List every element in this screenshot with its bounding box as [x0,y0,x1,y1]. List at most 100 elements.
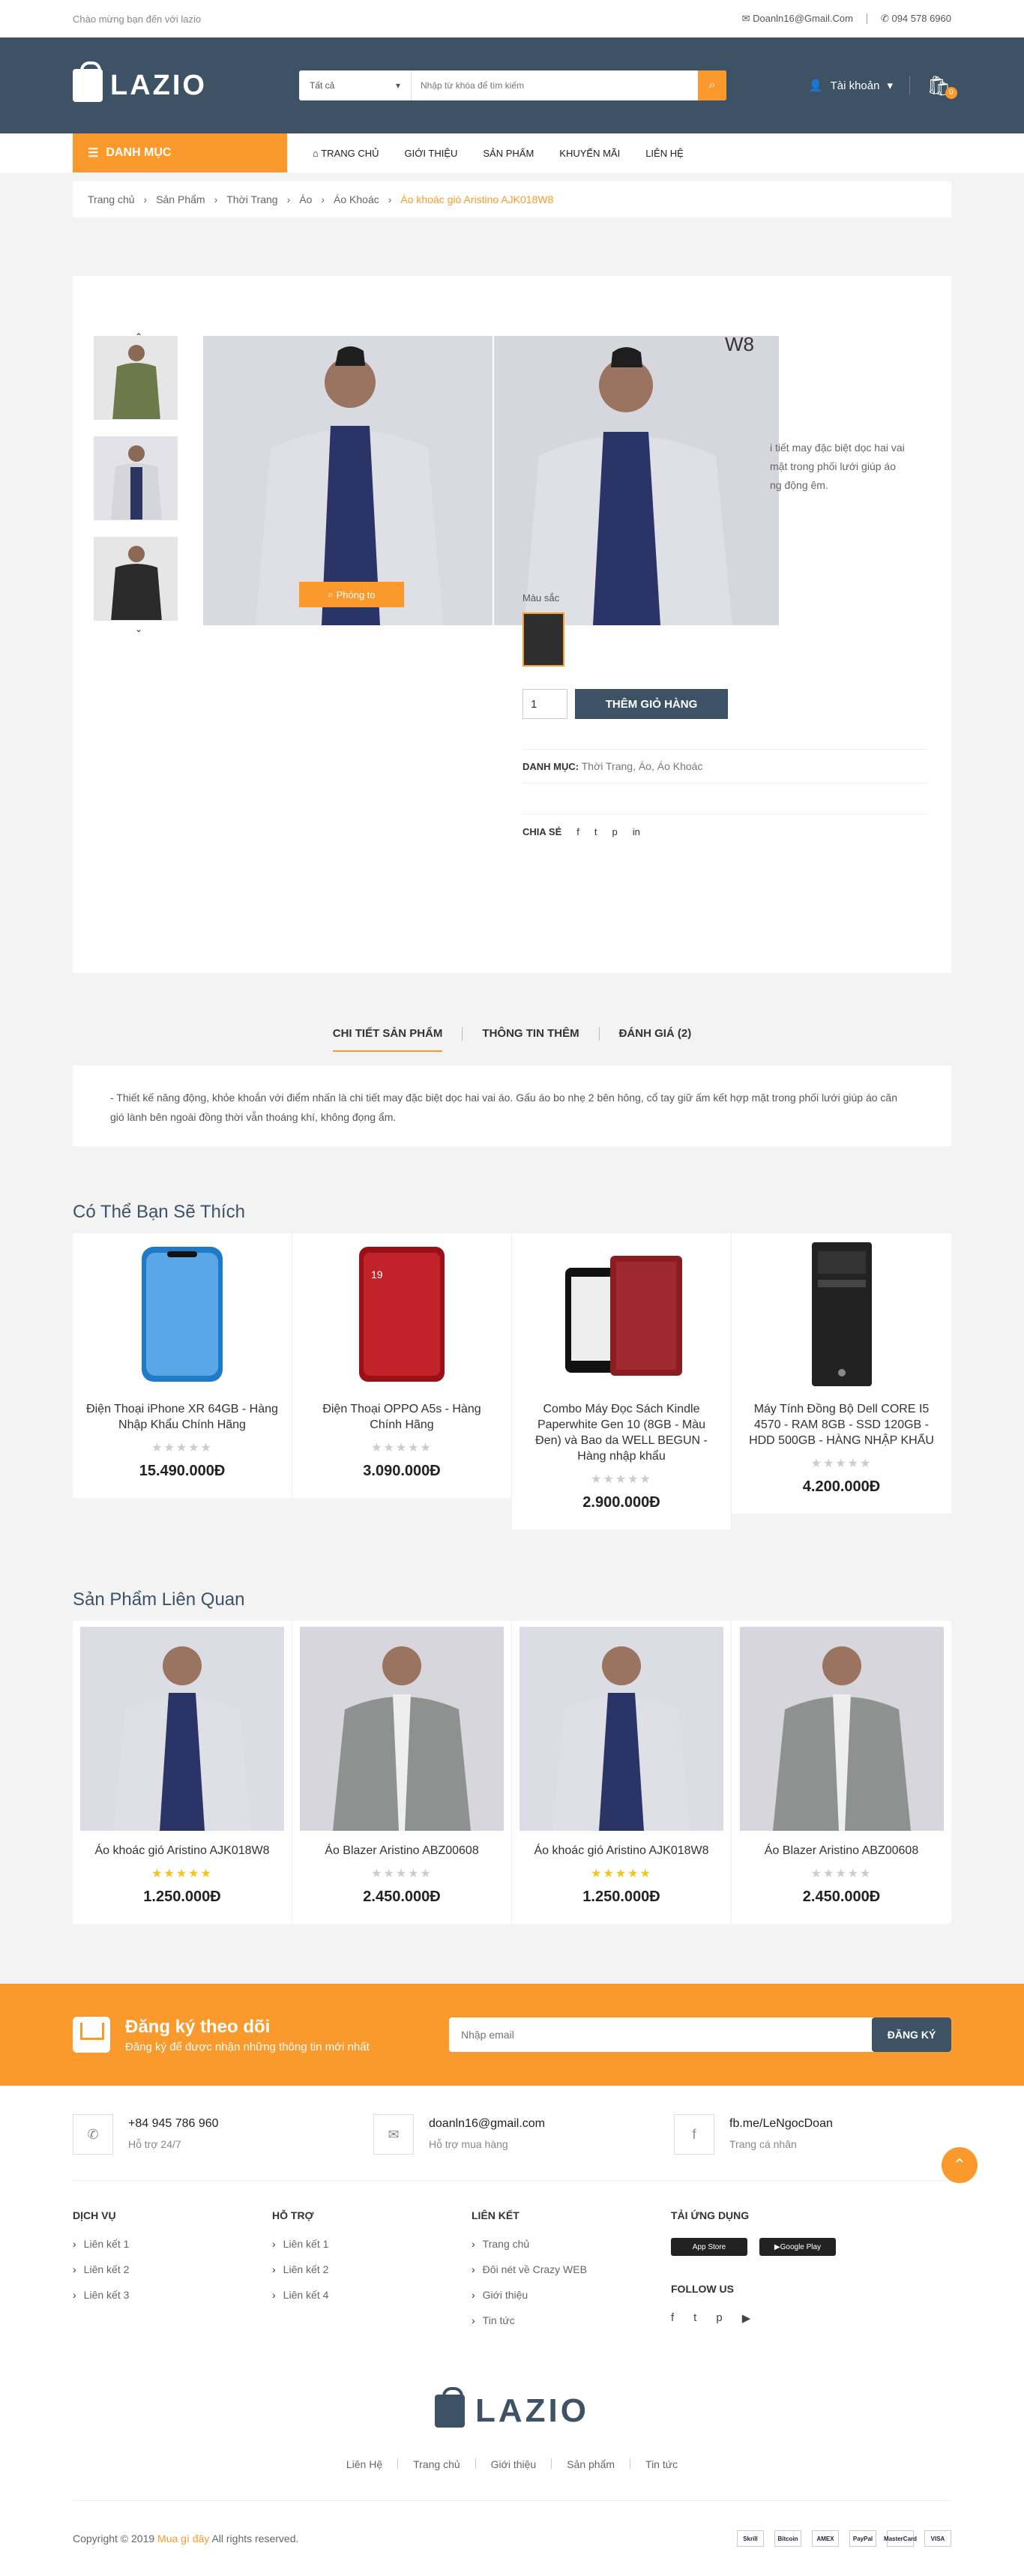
envelope-open-icon [73,2017,110,2053]
chevron-down-icon[interactable]: ⌄ [94,624,184,634]
desktop-tower-icon [740,1239,944,1389]
chevron-up-icon: ⌃ [952,2155,967,2174]
twitter-icon[interactable]: t [693,2311,696,2325]
footer-link[interactable]: Liên kết 2 [73,2263,272,2275]
thumbnail-black-jacket[interactable] [94,537,178,621]
visa-icon: VISA [924,2530,951,2547]
breadcrumb-products[interactable]: Sản Phẩm [156,193,205,205]
facebook-icon[interactable]: f [576,826,579,837]
category-menu-button[interactable]: ☰ DANH MỤC [73,133,287,172]
footer-link-products[interactable]: Sản phẩm [567,2458,615,2470]
phone-icon: ✆ [73,2114,113,2155]
footer-link[interactable]: Liên kết 4 [272,2289,472,2301]
ebook-reader-icon [519,1239,723,1389]
google-play-badge[interactable]: ▶ Google Play [759,2238,836,2256]
breadcrumb-fashion[interactable]: Thời Trang [226,193,277,205]
back-to-top-button[interactable]: ⌃ [942,2147,978,2183]
subscribe-button[interactable]: ĐĂNG KÝ [872,2017,951,2052]
email-contact[interactable]: ✉ Doanln16@Gmail.Com [742,13,853,25]
contact-phone: ✆ +84 945 786 960 Hỗ trợ 24/7 [73,2114,350,2155]
footer-link-about[interactable]: Giới thiệu [491,2458,537,2470]
search-button[interactable]: ⌕ [698,70,726,100]
facebook-icon[interactable]: f [671,2311,674,2325]
footer-link-contact[interactable]: Liên Hệ [346,2458,382,2470]
footer-link[interactable]: Liên kết 1 [73,2238,272,2250]
zoom-button[interactable]: ⌕ Phóng to [299,582,404,607]
nav-products[interactable]: SẢN PHẨM [483,148,534,159]
phone-contact[interactable]: ✆ 094 578 6960 [881,13,951,25]
rating-stars: ★★★★★ [371,1442,433,1454]
thumbnail-list: ⌃ ⌄ [94,331,184,648]
chevron-down-icon: ▾ [395,80,400,91]
brand-link[interactable]: Mua gì đây [157,2533,209,2545]
footer-link[interactable]: Trang chủ [472,2238,671,2250]
mail-icon: ✉ [741,13,753,24]
nav-promotions[interactable]: KHUYẾN MÃI [559,148,620,159]
search-category-select[interactable]: Tất cả ▾ [299,70,412,100]
phone-red-icon: 19 [300,1239,504,1389]
play-icon: ▶ [774,2242,780,2251]
tab-more-info[interactable]: THÔNG TIN THÊM [482,1027,579,1052]
nav-contact[interactable]: LIÊN HỆ [645,148,684,159]
cart-button[interactable]: 🛍 0 [927,74,957,99]
footer-link[interactable]: Đôi nét về Crazy WEB [472,2263,671,2275]
quantity-input[interactable]: 1 [522,689,567,719]
product-card[interactable]: Áo khoác gió Aristino AJK018W8 ★★★★★ 1.2… [73,1621,292,1924]
add-to-cart-button[interactable]: THÊM GIỎ HÀNG [575,689,728,719]
breadcrumb-home[interactable]: Trang chủ [88,193,135,205]
product-card[interactable]: Điện Thoại iPhone XR 64GB - Hàng Nhập Kh… [73,1233,292,1498]
breadcrumb: Trang chủ › Sản Phẩm › Thời Trang › Áo › Áo … [73,181,951,217]
youtube-icon[interactable]: ▶ [742,2311,751,2325]
color-swatch-black[interactable] [522,613,564,666]
nav-about[interactable]: GIỚI THIỆU [405,148,458,159]
menu-icon: ☰ [88,147,99,160]
search-bar: Tất cả▾ ⌕ [299,70,726,100]
cart-count-badge: 0 [945,86,957,99]
product-card[interactable]: Áo khoác gió Aristino AJK018W8 ★★★★★ 1.2… [512,1621,732,1924]
search-input[interactable] [412,70,698,100]
product-photo-blazer [739,1627,944,1831]
footer-logo[interactable]: LAZIO [73,2387,951,2430]
chevron-right-icon: › [321,193,325,205]
pinterest-icon[interactable]: p [716,2311,722,2325]
thumbnail-grey-jacket[interactable] [94,436,178,520]
tab-details[interactable]: CHI TIẾT SẢN PHẨM [332,1027,443,1052]
logo[interactable]: LAZIO [73,61,299,102]
app-store-badge[interactable]: App Store [671,2238,747,2256]
product-card[interactable]: Áo Blazer Aristino ABZ00608 ★★★★★ 2.450.… [732,1621,951,1924]
account-menu[interactable]: Tài khoản [831,79,880,92]
shopping-bag-icon [435,2387,465,2428]
product-photo-grey [94,437,177,520]
footer-link[interactable]: Giới thiệu [472,2289,671,2301]
footer: ✆ +84 945 786 960 Hỗ trợ 24/7 ✉ doanln16@… [0,2086,1024,2576]
footer-link[interactable]: Tin tức [472,2314,671,2326]
product-card[interactable]: Combo Máy Đọc Sách Kindle Paperwhite Gen… [512,1233,732,1529]
tab-reviews[interactable]: ĐÁNH GIÁ (2) [619,1027,692,1052]
footer-link[interactable]: Liên kết 3 [73,2289,272,2301]
tab-content: - Thiết kế năng động, khỏe khoắn với điể… [73,1065,951,1146]
footer-link[interactable]: Liên kết 2 [272,2263,472,2275]
newsletter-title: Đăng ký theo dõi [125,2016,271,2037]
breadcrumb-jackets[interactable]: Áo Khoác [334,193,379,205]
thumbnail-olive-jacket[interactable] [94,336,178,420]
product-title: W8 [725,333,754,355]
product-card[interactable]: Áo Blazer Aristino ABZ00608 ★★★★★ 2.450.… [292,1621,512,1924]
footer-link-home[interactable]: Trang chủ [413,2458,460,2470]
footer-link-news[interactable]: Tin tức [645,2458,678,2470]
twitter-icon[interactable]: t [594,826,597,837]
chevron-right-icon: › [143,193,148,205]
rating-stars: ★★★★★ [591,1868,652,1880]
linkedin-icon[interactable]: in [633,826,640,837]
product-card[interactable]: 19 Điện Thoại OPPO A5s - Hàng Chính Hãng… [292,1233,512,1498]
main-product-image[interactable]: ⌕ Phóng to [203,336,493,625]
product-card[interactable]: Máy Tính Đồng Bộ Dell CORE I5 4570 - RAM… [732,1233,951,1514]
newsletter-email-input[interactable] [449,2017,872,2052]
breadcrumb-shirts[interactable]: Áo [299,193,312,205]
product-short-desc: i tiết may đặc biệt dọc hai vai mặt tron… [770,442,905,491]
footer-link[interactable]: Liên kết 1 [272,2238,472,2250]
nav-home[interactable]: ⌂ TRANG CHỦ [313,148,379,159]
color-label: Màu sắc [522,592,560,604]
pinterest-icon[interactable]: p [612,826,618,837]
product-photo-black [94,538,177,620]
related-grid: Áo khoác gió Aristino AJK018W8 ★★★★★ 1.2… [73,1621,951,1924]
